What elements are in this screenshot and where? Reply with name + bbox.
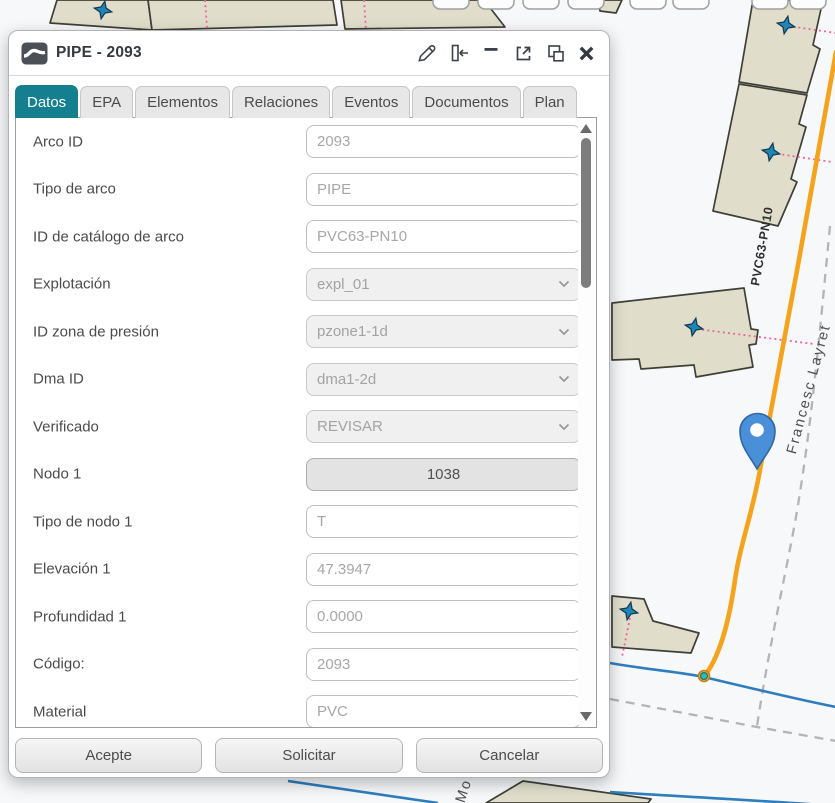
tab-epa[interactable]: EPA xyxy=(80,86,133,118)
field-label: Explotación xyxy=(33,276,111,293)
chevron-down-icon xyxy=(558,423,570,431)
field-label: Nodo 1 xyxy=(33,466,81,483)
datos-tab-panel: Arco ID Tipo de arco ID de catálogo de a… xyxy=(15,117,597,728)
tab-eventos[interactable]: Eventos xyxy=(332,86,410,118)
field-row-arco-id: Arco ID xyxy=(16,118,574,166)
field-row-material: Material xyxy=(16,688,574,728)
codigo-input[interactable] xyxy=(306,648,581,681)
scroll-up-arrow-icon[interactable] xyxy=(580,124,592,133)
pipe-properties-dialog: PIPE - 2093 xyxy=(8,30,610,778)
tipo-nodo-1-input[interactable] xyxy=(306,505,581,538)
giswater-pipe-icon xyxy=(21,42,48,65)
close-button[interactable] xyxy=(576,43,597,64)
field-label: Elevación 1 xyxy=(33,561,111,578)
field-label: ID zona de presión xyxy=(33,323,159,340)
field-label: Tipo de nodo 1 xyxy=(33,513,133,530)
scrollbar[interactable] xyxy=(578,120,594,725)
tab-bar: Datos EPA Elementos Relaciones Eventos D… xyxy=(15,85,577,118)
chevron-down-icon xyxy=(558,328,570,336)
select-value: pzone1-1d xyxy=(317,323,388,340)
accept-button[interactable]: Acepte xyxy=(15,738,202,773)
chevron-down-icon xyxy=(558,280,570,288)
tab-plan[interactable]: Plan xyxy=(523,86,577,118)
tab-datos[interactable]: Datos xyxy=(15,85,78,118)
field-label: Verificado xyxy=(33,418,99,435)
cancel-button[interactable]: Cancelar xyxy=(416,738,603,773)
tab-relaciones[interactable]: Relaciones xyxy=(232,86,330,118)
field-row-catalogo: ID de catálogo de arco xyxy=(16,213,574,261)
minimize-button[interactable] xyxy=(480,43,501,64)
field-row-dma-id: Dma ID dma1-2d xyxy=(16,356,574,404)
arco-id-input[interactable] xyxy=(306,125,581,158)
field-label: Profundidad 1 xyxy=(33,608,126,625)
dialog-title: PIPE - 2093 xyxy=(56,44,142,62)
profundidad-1-input[interactable] xyxy=(306,600,581,633)
restore-window-button[interactable] xyxy=(544,43,565,64)
junction-node xyxy=(698,670,709,681)
field-label: Código: xyxy=(33,656,85,673)
tab-documentos[interactable]: Documentos xyxy=(412,86,520,118)
field-label: Dma ID xyxy=(33,371,84,388)
field-label: Tipo de arco xyxy=(33,181,116,198)
titlebar-actions xyxy=(416,43,597,64)
tipo-de-arco-input[interactable] xyxy=(306,173,581,206)
field-row-zona-presion: ID zona de presión pzone1-1d xyxy=(16,308,574,356)
tab-elementos[interactable]: Elementos xyxy=(135,86,230,118)
dialog-titlebar: PIPE - 2093 xyxy=(9,31,609,76)
dock-left-icon xyxy=(449,43,469,63)
field-row-explotacion: Explotación expl_01 xyxy=(16,261,574,309)
field-label: ID de catálogo de arco xyxy=(33,228,184,245)
restore-icon xyxy=(545,43,565,63)
request-button[interactable]: Solicitar xyxy=(215,738,402,773)
zona-presion-select[interactable]: pzone1-1d xyxy=(306,315,581,348)
field-row-profundidad-1: Profundidad 1 xyxy=(16,593,574,641)
select-value: REVISAR xyxy=(317,418,383,435)
chevron-down-icon xyxy=(558,375,570,383)
explotacion-select[interactable]: expl_01 xyxy=(306,268,581,301)
form-rows: Arco ID Tipo de arco ID de catálogo de a… xyxy=(16,118,574,728)
field-label: Arco ID xyxy=(33,133,83,150)
verificado-select[interactable]: REVISAR xyxy=(306,410,581,443)
material-input[interactable] xyxy=(306,695,581,728)
field-row-elevacion-1: Elevación 1 xyxy=(16,546,574,594)
field-row-nodo-1: Nodo 1 1038 xyxy=(16,451,574,499)
edit-button[interactable] xyxy=(416,43,437,64)
minimize-icon xyxy=(483,43,499,63)
open-external-icon xyxy=(513,43,533,63)
dma-id-select[interactable]: dma1-2d xyxy=(306,363,581,396)
dialog-footer: Acepte Solicitar Cancelar xyxy=(15,738,603,773)
field-label: Material xyxy=(33,703,86,720)
open-external-button[interactable] xyxy=(512,43,533,64)
catalogo-arco-input[interactable] xyxy=(306,220,581,253)
field-row-tipo-nodo-1: Tipo de nodo 1 xyxy=(16,498,574,546)
scrollbar-thumb[interactable] xyxy=(581,138,591,288)
nodo-1-button[interactable]: 1038 xyxy=(306,458,581,491)
close-icon xyxy=(577,44,596,63)
pencil-icon xyxy=(416,43,437,64)
field-row-codigo: Código: xyxy=(16,641,574,689)
dock-left-button[interactable] xyxy=(448,43,469,64)
scroll-down-arrow-icon[interactable] xyxy=(580,712,592,721)
field-row-verificado: Verificado REVISAR xyxy=(16,403,574,451)
elevacion-1-input[interactable] xyxy=(306,553,581,586)
select-value: expl_01 xyxy=(317,276,370,293)
select-value: dma1-2d xyxy=(317,371,376,388)
field-row-tipo-de-arco: Tipo de arco xyxy=(16,166,574,214)
